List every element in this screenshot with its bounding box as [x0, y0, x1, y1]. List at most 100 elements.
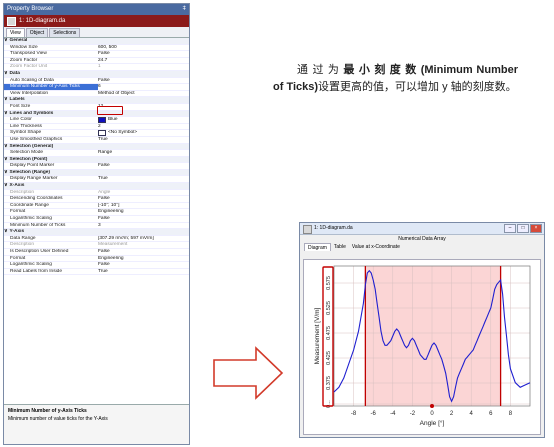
- property-row[interactable]: Logarithmic Scaling False: [4, 216, 189, 223]
- pin-icon[interactable]: ǂ: [182, 4, 186, 15]
- property-name: View Interpolation: [10, 90, 49, 96]
- x-tick-label: 0: [430, 411, 434, 417]
- property-category[interactable]: ∨ Selection (Point): [4, 156, 189, 164]
- property-name: Coordinate Range: [10, 202, 49, 208]
- plot-area[interactable]: -8 -6 -4 -2 0 2 4 6 8 0... 0.375 0.425 0.475 0.525 0.5…: [303, 259, 541, 435]
- x-tick-label: -8: [351, 411, 357, 417]
- property-row[interactable]: Auto Scaling of Data False: [4, 78, 189, 85]
- property-row[interactable]: Format Engineering: [4, 209, 189, 217]
- property-row[interactable]: Use Smoothed Graphics True: [4, 137, 189, 144]
- property-category[interactable]: ∨ Y-Axis: [4, 229, 189, 236]
- property-value-text: False: [98, 249, 110, 254]
- property-row[interactable]: Description Measurement: [4, 242, 189, 249]
- property-value-text: 6: [98, 84, 101, 90]
- property-row[interactable]: Transposed View False: [4, 51, 189, 58]
- property-value: Method of Object: [98, 91, 189, 97]
- description-paragraph: 通 过 为 最 小 刻 度 数 (Minimum Number of Ticks…: [273, 62, 518, 96]
- property-grid: ∨ General Window Size 600, 500 Transposed V…: [4, 38, 189, 408]
- property-name: Logarithmic Scaling: [10, 216, 52, 222]
- diagram-title: 1: 1D-diagram.da: [314, 225, 353, 231]
- property-value-text: Measurement: [98, 242, 128, 248]
- tab-object[interactable]: Object: [25, 28, 49, 37]
- property-name: Minimum Number of Ticks: [10, 222, 66, 228]
- property-category[interactable]: ∨ Selection (General): [4, 143, 189, 151]
- property-name: Labels: [9, 97, 25, 103]
- property-name: Zoom Factor: [10, 57, 38, 63]
- property-row[interactable]: Line Thickness 2: [4, 124, 189, 131]
- property-row[interactable]: Logarithmic Scaling False: [4, 262, 189, 269]
- property-value-text: 24.7: [98, 57, 108, 63]
- property-category[interactable]: ∨ Selection (Range): [4, 169, 189, 177]
- x-axis-label: Angle [°]: [420, 419, 445, 427]
- property-value-text: 600, 500: [98, 44, 117, 50]
- property-row[interactable]: Minimum Number of y-Axis Ticks 6: [4, 84, 189, 91]
- diagram-titlebar: 1: 1D-diagram.da – □ ×: [300, 223, 544, 235]
- maximize-button[interactable]: □: [517, 224, 529, 233]
- property-row[interactable]: Display Range Marker True: [4, 176, 189, 184]
- property-row[interactable]: Line Color Blue: [4, 117, 189, 124]
- property-name: Format: [10, 209, 26, 215]
- property-value: [-10°; 10°]: [98, 203, 189, 209]
- property-category[interactable]: ∨ Data: [4, 70, 189, 78]
- property-value-text: False: [98, 196, 110, 202]
- property-row[interactable]: Is Description User Defined False: [4, 249, 189, 256]
- property-name: Is Description User Defined: [10, 249, 69, 254]
- property-value-text: True: [98, 176, 108, 182]
- document-name: 1: 1D-diagram.da: [19, 18, 66, 24]
- close-button[interactable]: ×: [530, 224, 542, 233]
- property-row[interactable]: Zoom Factor 24.7: [4, 58, 189, 65]
- property-row[interactable]: Coordinate Range [-10°; 10°]: [4, 203, 189, 210]
- tab-value-at-x[interactable]: Value at x-Coordinate: [349, 243, 403, 251]
- property-row[interactable]: Minimum Number of Ticks 3: [4, 223, 189, 230]
- property-row[interactable]: Description Angle: [4, 190, 189, 197]
- property-row[interactable]: Selection Mode Range: [4, 150, 189, 157]
- y-tick-label: 0.575: [326, 276, 332, 290]
- tab-diagram[interactable]: Diagram: [304, 243, 331, 251]
- property-row[interactable]: Read Labels from Inside True: [4, 269, 189, 276]
- help-title: Minimum Number of y-Axis Ticks: [8, 408, 87, 414]
- property-name: Logarithmic Scaling: [10, 262, 52, 268]
- property-category[interactable]: ∨ Labels: [4, 97, 189, 104]
- color-swatch-icon: [98, 130, 106, 136]
- property-category[interactable]: ∨ X-Axis: [4, 183, 189, 190]
- property-value: Measurement: [98, 242, 189, 248]
- color-swatch-icon: [98, 117, 106, 123]
- property-browser-titlebar: Property Browser ǂ: [4, 4, 189, 15]
- property-row[interactable]: Window Size 600, 500: [4, 45, 189, 52]
- property-name: Display Range Marker: [10, 176, 58, 182]
- x-tick-label: 8: [509, 411, 513, 417]
- property-row[interactable]: Format Engineering: [4, 256, 189, 263]
- diagram-tabs: Diagram Table Value at x-Coordinate: [300, 243, 544, 251]
- line-chart[interactable]: -8 -6 -4 -2 0 2 4 6 80...0.3750.4250.4750.5250.5…: [304, 260, 540, 434]
- property-value-text: True: [98, 136, 108, 142]
- property-value: 3: [98, 223, 189, 229]
- property-browser-panel: Property Browser ǂ 1: 1D-diagram.da View…: [3, 3, 190, 445]
- property-value: Engineering: [98, 256, 189, 262]
- x-tick-label: -6: [371, 411, 377, 417]
- property-row[interactable]: Data Range [307.29 mV/m; 597 mV/m]: [4, 236, 189, 243]
- property-value: <No Symbol>: [98, 130, 189, 136]
- property-row[interactable]: Display Point Marker False: [4, 163, 189, 170]
- property-value-text: False: [98, 163, 110, 169]
- property-name: Format: [10, 255, 26, 261]
- property-tabs: View Object Selections: [4, 27, 189, 38]
- property-value[interactable]: 6: [98, 84, 189, 90]
- minimize-button[interactable]: –: [504, 224, 516, 233]
- tab-view[interactable]: View: [6, 28, 25, 37]
- property-row[interactable]: Zoom Factor Unit 1: [4, 64, 189, 71]
- property-row[interactable]: View Interpolation Method of Object: [4, 91, 189, 98]
- property-row[interactable]: Descending Coordinates False: [4, 196, 189, 203]
- property-value-text: False: [98, 77, 110, 83]
- property-category[interactable]: ∨ General: [4, 38, 189, 45]
- property-value: False: [98, 51, 189, 57]
- tab-table[interactable]: Table: [331, 243, 349, 251]
- property-value: False: [98, 78, 189, 84]
- property-value: False: [98, 163, 189, 169]
- property-name: Use Smoothed Graphics: [10, 136, 63, 142]
- property-name: Y-Axis: [9, 229, 25, 235]
- cursor-marker: [430, 404, 434, 408]
- property-row[interactable]: Symbol Shape <No Symbol>: [4, 130, 189, 137]
- tab-selections[interactable]: Selections: [49, 28, 81, 37]
- property-name: Symbol Shape: [10, 130, 42, 136]
- property-name: Minimum Number of y-Axis Ticks: [10, 84, 80, 90]
